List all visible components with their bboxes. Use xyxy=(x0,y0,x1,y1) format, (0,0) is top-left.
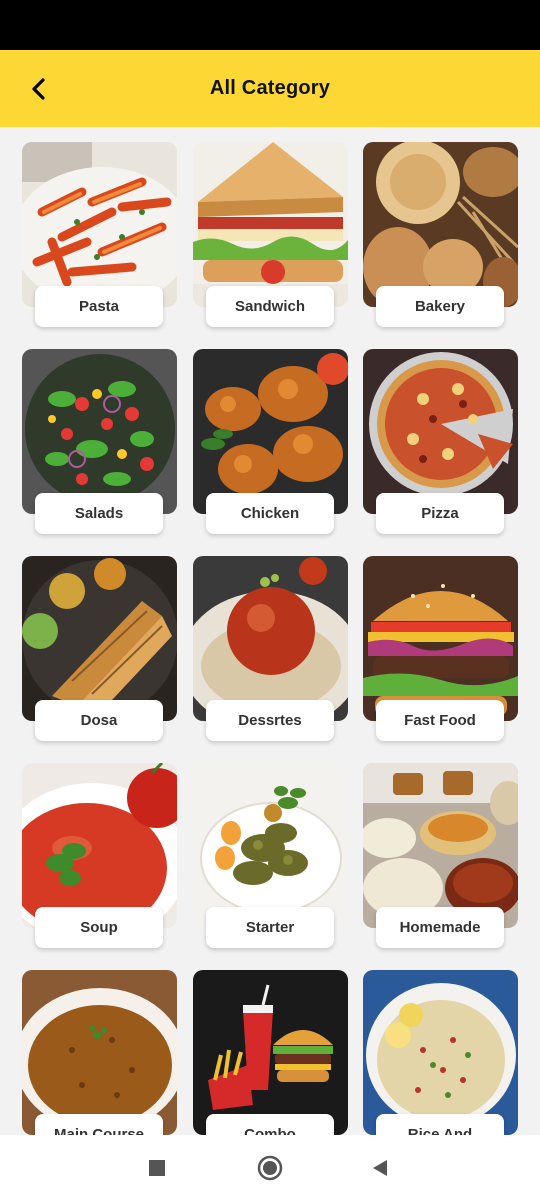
category-card-dessrtes[interactable]: Dessrtes xyxy=(193,556,348,742)
category-card-pizza[interactable]: Pizza xyxy=(363,349,518,535)
category-card-bakery[interactable]: Bakery xyxy=(363,142,518,328)
main-course-image xyxy=(22,970,177,1135)
category-card-pasta[interactable]: Pasta xyxy=(22,142,177,328)
category-grid: Pasta Sandwich Bakery Salads Chicken Piz… xyxy=(22,142,518,1135)
category-label: Chicken xyxy=(206,493,334,534)
category-label: Fast Food xyxy=(376,700,504,741)
category-card-dosa[interactable]: Dosa xyxy=(22,556,177,742)
category-label: Homemade xyxy=(376,907,504,948)
category-label: Dessrtes xyxy=(206,700,334,741)
category-label: Starter xyxy=(206,907,334,948)
home-button[interactable] xyxy=(240,1135,300,1200)
pizza-image xyxy=(363,349,518,514)
category-card-sandwich[interactable]: Sandwich xyxy=(193,142,348,328)
triangle-back-icon xyxy=(373,1159,387,1176)
rice-image xyxy=(363,970,518,1135)
category-label: Dosa xyxy=(35,700,163,741)
back-button[interactable] xyxy=(22,72,56,106)
category-card-chicken[interactable]: Chicken xyxy=(193,349,348,535)
category-card-salads[interactable]: Salads xyxy=(22,349,177,535)
combo-image xyxy=(193,970,348,1135)
category-label: Pizza xyxy=(376,493,504,534)
category-card-combo[interactable]: Combo xyxy=(193,970,348,1135)
recents-button[interactable] xyxy=(127,1135,187,1200)
burger-image xyxy=(363,556,518,721)
soup-image xyxy=(22,763,177,928)
status-bar xyxy=(0,0,540,50)
category-label: Combo xyxy=(206,1114,334,1135)
square-icon xyxy=(149,1159,165,1176)
category-label: Soup xyxy=(35,907,163,948)
arrow-left-icon xyxy=(32,78,45,100)
category-label: Rice And xyxy=(376,1114,504,1135)
category-label: Bakery xyxy=(376,286,504,327)
circle-icon xyxy=(257,1155,283,1180)
sandwich-image xyxy=(193,142,348,307)
chicken-image xyxy=(193,349,348,514)
salads-image xyxy=(22,349,177,514)
back-nav-button[interactable] xyxy=(350,1135,410,1200)
dosa-image xyxy=(22,556,177,721)
bakery-image xyxy=(363,142,518,307)
page-title: All Category xyxy=(209,77,331,99)
category-label: Salads xyxy=(35,493,163,534)
system-nav-bar xyxy=(0,1135,540,1200)
category-card-rice-and[interactable]: Rice And xyxy=(363,970,518,1135)
app-bar: All Category xyxy=(0,50,540,127)
category-card-starter[interactable]: Starter xyxy=(193,763,348,949)
category-card-main-course[interactable]: Main Course xyxy=(22,970,177,1135)
category-card-homemade[interactable]: Homemade xyxy=(363,763,518,949)
dessert-image xyxy=(193,556,348,721)
pasta-image xyxy=(22,142,177,307)
category-card-fast-food[interactable]: Fast Food xyxy=(363,556,518,742)
category-label: Sandwich xyxy=(206,286,334,327)
homemade-image xyxy=(363,763,518,928)
category-label: Pasta xyxy=(35,286,163,327)
starter-image xyxy=(193,763,348,928)
category-label: Main Course xyxy=(35,1114,163,1135)
category-card-soup[interactable]: Soup xyxy=(22,763,177,949)
